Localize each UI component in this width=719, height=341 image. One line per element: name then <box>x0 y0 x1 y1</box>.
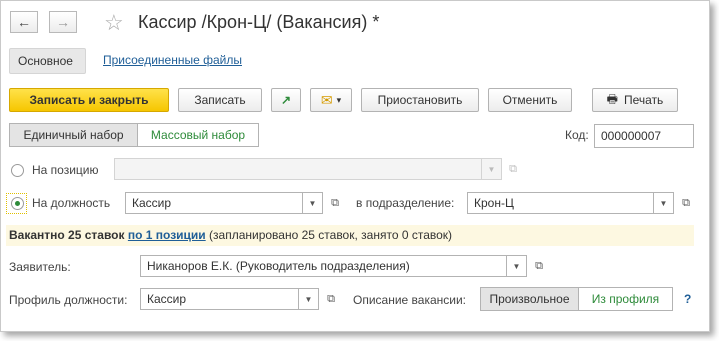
position-radio[interactable] <box>11 164 24 177</box>
print-button[interactable]: 🖶 Печать <box>592 88 678 112</box>
positions-link[interactable]: по 1 позиции <box>128 228 206 242</box>
triangle-down-icon: ▼ <box>304 294 313 304</box>
cancel-vacancy-button[interactable]: Отменить <box>488 88 572 112</box>
position-open-button[interactable]: ⧉ <box>504 160 522 178</box>
save-and-close-button[interactable]: Записать и закрыть <box>9 88 169 112</box>
arrow-right-icon: → <box>56 14 70 30</box>
job-profile-label: Профиль должности: <box>9 293 128 307</box>
open-window-icon: ⧉ <box>331 196 339 209</box>
form-window: ← → ☆ Кассир /Крон-Ц/ (Вакансия) * Основ… <box>0 0 710 332</box>
triangle-down-icon: ▼ <box>487 164 496 174</box>
position-radio-label: На позицию <box>32 163 99 177</box>
department-label: в подразделение: <box>356 196 455 210</box>
job-profile-input[interactable]: Кассир <box>140 288 299 310</box>
triangle-down-icon: ▼ <box>659 198 668 208</box>
position-dropdown-button[interactable]: ▼ <box>482 158 502 180</box>
description-free-toggle[interactable]: Произвольное <box>480 287 579 311</box>
suspend-button[interactable]: Приостановить <box>361 88 479 112</box>
open-window-icon: ⧉ <box>327 292 335 305</box>
applicant-input[interactable]: Никаноров Е.К. (Руководитель подразделен… <box>140 255 507 277</box>
department-open-button[interactable]: ⧉ <box>677 194 695 212</box>
favorite-star-icon[interactable]: ☆ <box>104 10 124 36</box>
printer-icon: 🖶 <box>606 91 618 106</box>
job-profile-open-button[interactable]: ⧉ <box>322 290 340 308</box>
single-set-toggle[interactable]: Единичный набор <box>9 123 138 147</box>
arrow-left-icon: ← <box>17 14 31 30</box>
save-button[interactable]: Записать <box>178 88 262 112</box>
back-button[interactable]: ← <box>10 11 38 33</box>
vacant-count-text: Вакантно 25 ставок <box>9 228 125 242</box>
window-title: Кассир /Крон-Ц/ (Вакансия) * <box>138 12 380 32</box>
position-input[interactable] <box>114 158 482 180</box>
tab-main[interactable]: Основное <box>9 48 86 74</box>
triangle-down-icon: ▼ <box>308 198 317 208</box>
forward-button[interactable]: → <box>49 11 77 33</box>
triangle-down-icon: ▼ <box>512 261 521 271</box>
job-dropdown-button[interactable]: ▼ <box>303 192 323 214</box>
mass-set-toggle[interactable]: Массовый набор <box>138 123 259 147</box>
applicant-dropdown-button[interactable]: ▼ <box>507 255 527 277</box>
job-profile-dropdown-button[interactable]: ▼ <box>299 288 319 310</box>
vacancy-status-banner: Вакантно 25 ставок по 1 позиции (заплани… <box>6 225 694 246</box>
code-label: Код: <box>565 128 589 142</box>
description-from-profile-toggle[interactable]: Из профиля <box>579 287 673 311</box>
print-label: Печать <box>624 93 664 107</box>
mail-icon: ✉ <box>320 91 333 108</box>
tab-attached-files[interactable]: Присоединенные файлы <box>95 48 250 74</box>
open-window-icon: ⧉ <box>682 196 690 209</box>
vacancy-note-text: (запланировано 25 ставок, занято 0 ставо… <box>209 228 453 242</box>
vacancy-description-label: Описание вакансии: <box>353 293 467 307</box>
open-window-icon: ⧉ <box>509 162 517 175</box>
mail-menu-button[interactable]: ✉ ▾ <box>310 88 352 112</box>
open-window-icon: ⧉ <box>535 259 543 272</box>
department-input[interactable]: Крон-Ц <box>467 192 654 214</box>
job-radio[interactable] <box>11 197 24 210</box>
applicant-open-button[interactable]: ⧉ <box>530 257 548 275</box>
department-dropdown-button[interactable]: ▼ <box>654 192 674 214</box>
job-radio-label: На должность <box>32 196 111 210</box>
help-icon[interactable]: ? <box>684 292 691 306</box>
applicant-label: Заявитель: <box>9 260 71 274</box>
job-input[interactable]: Кассир <box>125 192 303 214</box>
code-field[interactable]: 000000007 <box>594 124 694 148</box>
open-external-icon: ↗ <box>280 93 292 107</box>
job-open-button[interactable]: ⧉ <box>326 194 344 212</box>
chevron-down-icon: ▾ <box>336 94 342 105</box>
open-external-button[interactable]: ↗ <box>271 88 301 112</box>
